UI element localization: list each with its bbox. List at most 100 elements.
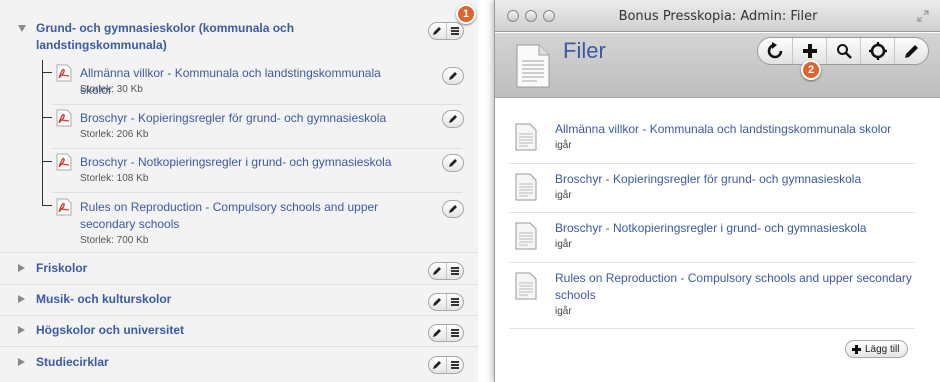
- add-icon: [852, 344, 861, 354]
- list-icon: [450, 361, 459, 369]
- pencil-icon: [433, 27, 442, 35]
- category-panel: Grund- och gymnasieskolor (kommunala och…: [0, 0, 478, 382]
- divider: [52, 104, 462, 105]
- divider: [0, 284, 478, 285]
- tree-branch: [42, 161, 52, 162]
- window-header: Filer: [495, 33, 940, 98]
- file-name[interactable]: Rules on Reproduction - Compulsory schoo…: [80, 199, 410, 233]
- pencil-icon: [449, 159, 457, 167]
- file-name[interactable]: Allmänna villkor - Kommunala och landsti…: [555, 121, 915, 138]
- pdf-icon: [56, 109, 72, 127]
- pencil-icon: [433, 267, 442, 275]
- edit-button[interactable]: [429, 325, 446, 341]
- edit-file-button[interactable]: [442, 67, 464, 85]
- file-row[interactable]: Rules on Reproduction - Compulsory schoo…: [56, 198, 456, 250]
- divider: [0, 346, 478, 347]
- refresh-button[interactable]: [758, 38, 792, 64]
- fullscreen-icon[interactable]: [917, 10, 929, 22]
- edit-file-button[interactable]: [442, 110, 464, 128]
- divider: [0, 252, 478, 253]
- document-icon: [515, 173, 537, 201]
- collapsed-triangle-icon[interactable]: [18, 264, 25, 272]
- divider: [509, 212, 915, 213]
- pencil-icon: [449, 115, 457, 123]
- divider: [0, 315, 478, 316]
- tree-branch: [42, 72, 52, 73]
- category-title[interactable]: Musik- och kulturskolor: [36, 291, 171, 308]
- pencil-icon: [449, 205, 457, 213]
- file-row[interactable]: Broschyr - Kopieringsregler för grund- o…: [56, 109, 456, 147]
- edit-file-button[interactable]: [442, 154, 464, 172]
- page-title: Filer: [563, 38, 606, 63]
- category-title[interactable]: Studiecirklar: [36, 354, 109, 371]
- document-icon: [515, 123, 537, 151]
- list-item[interactable]: Rules on Reproduction - Compulsory schoo…: [515, 270, 915, 318]
- category-title[interactable]: Högskolor och universitet: [36, 322, 184, 339]
- edit-button[interactable]: [429, 23, 446, 39]
- file-date: igår: [555, 239, 572, 250]
- pencil-icon: [433, 361, 442, 369]
- file-size: Storlek: 206 Kb: [80, 129, 149, 140]
- edit-button[interactable]: [894, 38, 928, 64]
- collapsed-triangle-icon[interactable]: [18, 326, 25, 334]
- window-title: Bonus Presskopia: Admin: Filer: [618, 9, 818, 24]
- document-icon: [515, 222, 537, 250]
- file-name[interactable]: Broschyr - Kopieringsregler för grund- o…: [80, 110, 410, 127]
- divider: [509, 328, 915, 329]
- list-item[interactable]: Allmänna villkor - Kommunala och landsti…: [515, 121, 915, 155]
- collapsed-triangle-icon[interactable]: [18, 295, 25, 303]
- category-title[interactable]: Grund- och gymnasieskolor (kommunala och…: [36, 20, 356, 54]
- collapsed-triangle-icon[interactable]: [18, 358, 25, 366]
- reorder-button[interactable]: [445, 263, 463, 279]
- divider: [509, 163, 915, 164]
- reorder-button[interactable]: [445, 357, 463, 373]
- file-size: Storlek: 108 Kb: [80, 173, 149, 184]
- expanded-triangle-icon[interactable]: [18, 25, 26, 32]
- edit-button[interactable]: [429, 357, 446, 373]
- list-icon: [450, 27, 459, 35]
- edit-button[interactable]: [429, 263, 446, 279]
- pencil-icon: [433, 298, 442, 306]
- list-icon: [450, 329, 459, 337]
- file-date: igår: [555, 190, 572, 201]
- file-row[interactable]: Allmänna villkor - Kommunala och landsti…: [56, 64, 456, 102]
- file-name[interactable]: Broschyr - Notkopieringsregler i grund- …: [80, 154, 410, 171]
- file-size: Storlek: 30 Kb: [80, 84, 143, 95]
- file-date: igår: [555, 140, 572, 151]
- file-name[interactable]: Broschyr - Kopieringsregler för grund- o…: [555, 171, 915, 188]
- document-icon: [516, 44, 550, 88]
- divider: [52, 148, 462, 149]
- refresh-icon: [767, 42, 783, 59]
- document-icon: [515, 272, 537, 300]
- edit-button[interactable]: [429, 294, 446, 310]
- list-icon: [450, 298, 459, 306]
- settings-button[interactable]: [860, 38, 894, 64]
- reorder-button[interactable]: [445, 294, 463, 310]
- list-item[interactable]: Broschyr - Kopieringsregler för grund- o…: [515, 171, 915, 205]
- divider: [52, 192, 462, 193]
- divider: [509, 262, 915, 263]
- pencil-icon: [449, 72, 457, 80]
- pdf-icon: [56, 198, 72, 216]
- add-file-button[interactable]: Lägg till: [845, 340, 909, 358]
- category-title[interactable]: Friskolor: [36, 260, 87, 277]
- toolbar: [757, 37, 929, 65]
- list-item[interactable]: Broschyr - Notkopieringsregler i grund- …: [515, 220, 915, 254]
- category-actions: [428, 22, 464, 40]
- file-row[interactable]: Broschyr - Notkopieringsregler i grund- …: [56, 153, 456, 191]
- callout-badge-2: 2: [801, 60, 821, 80]
- search-icon: [836, 44, 852, 59]
- add-icon: [802, 44, 817, 58]
- add-file-label: Lägg till: [865, 343, 900, 355]
- reorder-button[interactable]: [445, 23, 463, 39]
- window-titlebar[interactable]: Bonus Presskopia: Admin: Filer: [495, 0, 940, 32]
- reorder-button[interactable]: [445, 325, 463, 341]
- list-icon: [450, 267, 459, 275]
- edit-file-button[interactable]: [442, 200, 464, 218]
- file-name[interactable]: Broschyr - Notkopieringsregler i grund- …: [555, 220, 915, 237]
- category-actions: [428, 293, 464, 311]
- pencil-icon: [904, 45, 918, 58]
- search-button[interactable]: [826, 38, 860, 64]
- pdf-icon: [56, 153, 72, 171]
- file-name[interactable]: Rules on Reproduction - Compulsory schoo…: [555, 270, 915, 304]
